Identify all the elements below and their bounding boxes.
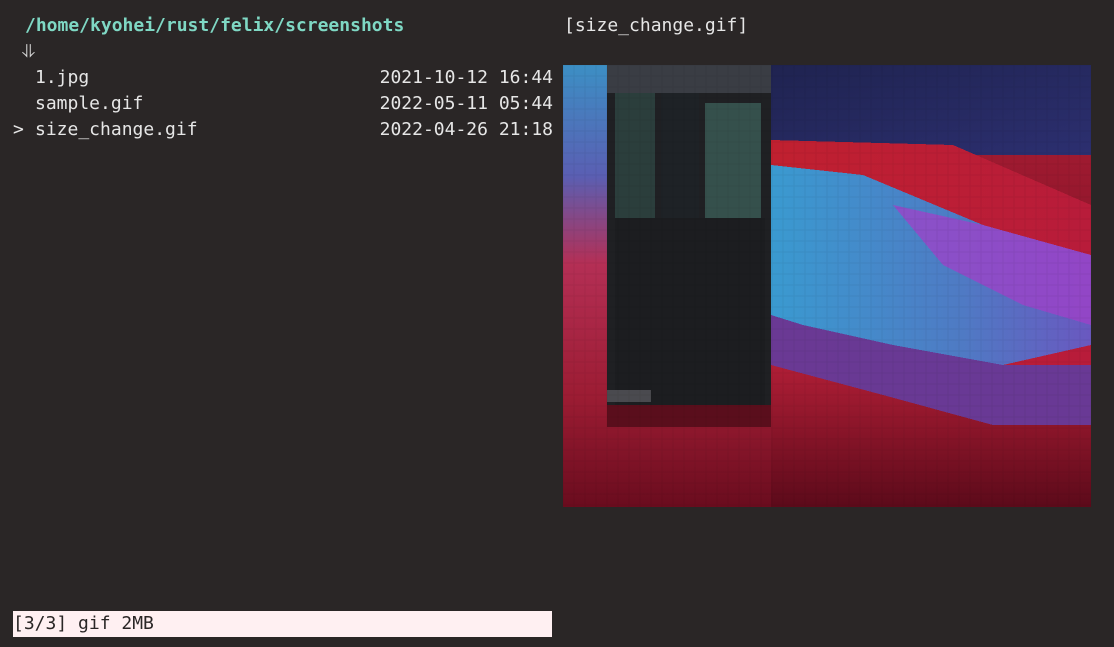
file-row-1[interactable]: 1.jpg 2021-10-12 16:44 bbox=[13, 65, 553, 91]
file-name: 1.jpg bbox=[35, 67, 90, 88]
preview-title: [size_change.gif] bbox=[564, 15, 749, 36]
file-modified: 2021-10-12 16:44 bbox=[379, 67, 553, 88]
status-bar: [3/3] gif 2MB bbox=[13, 611, 552, 637]
sort-order-icon: ⥥ bbox=[22, 41, 36, 62]
file-row-3[interactable]: > size_change.gif 2022-04-26 21:18 bbox=[13, 117, 553, 143]
file-row-2[interactable]: sample.gif 2022-05-11 05:44 bbox=[13, 91, 553, 117]
preview-image bbox=[563, 65, 1091, 507]
file-modified: 2022-05-11 05:44 bbox=[379, 93, 553, 114]
file-modified: 2022-04-26 21:18 bbox=[379, 119, 553, 140]
selection-cursor: > bbox=[13, 119, 24, 140]
file-name: size_change.gif bbox=[35, 119, 198, 140]
file-name: sample.gif bbox=[35, 93, 144, 114]
image-preview bbox=[563, 65, 1091, 507]
current-directory-path: /home/kyohei/rust/felix/screenshots bbox=[25, 15, 405, 36]
